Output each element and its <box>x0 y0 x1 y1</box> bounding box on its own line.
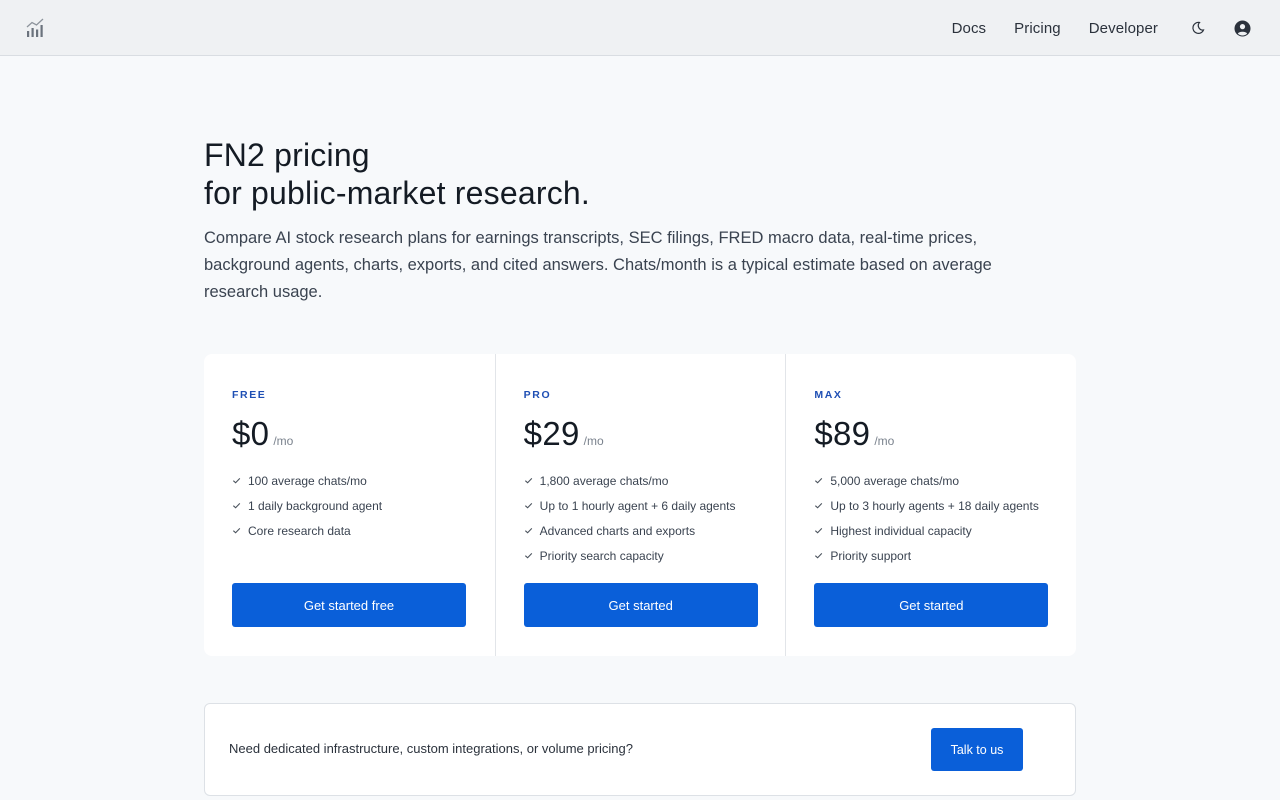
list-item: Core research data <box>232 518 467 543</box>
price-period: /mo <box>273 434 294 448</box>
feature-label: 1,800 average chats/mo <box>539 473 669 488</box>
check-icon <box>524 502 532 509</box>
get-started-max-button[interactable]: Get started <box>814 583 1049 627</box>
check-icon <box>232 502 241 509</box>
feature-label: 1 daily background agent <box>248 498 383 513</box>
check-icon <box>815 477 823 484</box>
list-item: Highest individual capacity <box>814 518 1048 543</box>
list-item: Priority support <box>814 543 1048 568</box>
plan-card-free: FREE $0 /mo 100 average chats/mo 1 daily… <box>204 354 495 656</box>
nav-pricing[interactable]: Pricing <box>1014 20 1061 37</box>
list-item: 1 daily background agent <box>232 493 467 518</box>
nav-developer[interactable]: Developer <box>1089 20 1158 37</box>
check-icon <box>815 502 823 509</box>
check-icon <box>524 552 532 559</box>
plan-price: $0 <box>232 415 270 452</box>
list-item: 5,000 average chats/mo <box>814 468 1048 493</box>
check-icon <box>524 527 532 534</box>
feature-label: 100 average chats/mo <box>248 473 367 488</box>
pricing-plans: FREE $0 /mo 100 average chats/mo 1 daily… <box>204 354 1076 656</box>
feature-list: 5,000 average chats/mo Up to 3 hourly ag… <box>814 468 1048 568</box>
get-started-pro-button[interactable]: Get started <box>523 583 758 627</box>
page-subtitle: Compare AI stock research plans for earn… <box>204 229 992 301</box>
user-circle-icon[interactable] <box>1230 16 1254 40</box>
check-icon <box>815 552 823 559</box>
feature-list: 1,800 average chats/mo Up to 1 hourly ag… <box>524 468 758 568</box>
list-item: Up to 1 hourly agent + 6 daily agents <box>524 493 758 518</box>
main-nav: Docs Pricing Developer <box>952 0 1280 56</box>
price-period: /mo <box>583 434 604 448</box>
plan-name: MAX <box>814 389 843 401</box>
check-icon <box>524 477 532 484</box>
list-item: Advanced charts and exports <box>524 518 758 543</box>
page-title-line-2: for public-market research. <box>204 175 590 211</box>
price-row: $0 /mo <box>232 415 467 453</box>
check-icon <box>232 527 241 534</box>
plan-card-max: MAX $89 /mo 5,000 average chats/mo Up to… <box>785 354 1076 656</box>
price-row: $89 /mo <box>814 415 1048 453</box>
price-row: $29 /mo <box>524 415 758 453</box>
check-icon <box>232 477 241 484</box>
feature-label: Priority search capacity <box>539 548 664 563</box>
feature-label: Up to 3 hourly agents + 18 daily agents <box>830 498 1039 513</box>
price-period: /mo <box>874 434 895 448</box>
feature-label: Core research data <box>248 523 351 538</box>
feature-list: 100 average chats/mo 1 daily background … <box>232 468 467 543</box>
feature-label: Priority support <box>830 548 912 563</box>
top-navigation-bar: Docs Pricing Developer <box>0 0 1280 56</box>
feature-label: Highest individual capacity <box>830 523 972 538</box>
plan-price: $89 <box>814 415 871 452</box>
list-item: 1,800 average chats/mo <box>524 468 758 493</box>
bar-chart-logo-icon[interactable] <box>24 16 48 40</box>
nav-docs[interactable]: Docs <box>952 20 987 37</box>
talk-to-us-button[interactable]: Talk to us <box>931 728 1023 771</box>
list-item: Up to 3 hourly agents + 18 daily agents <box>814 493 1048 518</box>
list-item: 100 average chats/mo <box>232 468 467 493</box>
feature-label: Up to 1 hourly agent + 6 daily agents <box>539 498 736 513</box>
feature-label: 5,000 average chats/mo <box>830 473 960 488</box>
page-title: FN2 pricing for public-market research. <box>204 136 1004 212</box>
check-icon <box>815 527 823 534</box>
plan-name: PRO <box>523 389 552 401</box>
plan-name: FREE <box>232 389 267 401</box>
plan-card-pro: PRO $29 /mo 1,800 average chats/mo Up to… <box>494 354 786 656</box>
page-title-line-1: FN2 pricing <box>204 137 370 173</box>
enterprise-text: Need dedicated infrastructure, custom in… <box>229 741 633 756</box>
moon-icon[interactable] <box>1186 16 1210 40</box>
list-item: Priority search capacity <box>524 543 758 568</box>
enterprise-contact-banner: Need dedicated infrastructure, custom in… <box>204 703 1076 796</box>
get-started-free-button[interactable]: Get started free <box>232 583 466 627</box>
plan-price: $29 <box>523 415 580 452</box>
feature-label: Advanced charts and exports <box>539 523 696 538</box>
